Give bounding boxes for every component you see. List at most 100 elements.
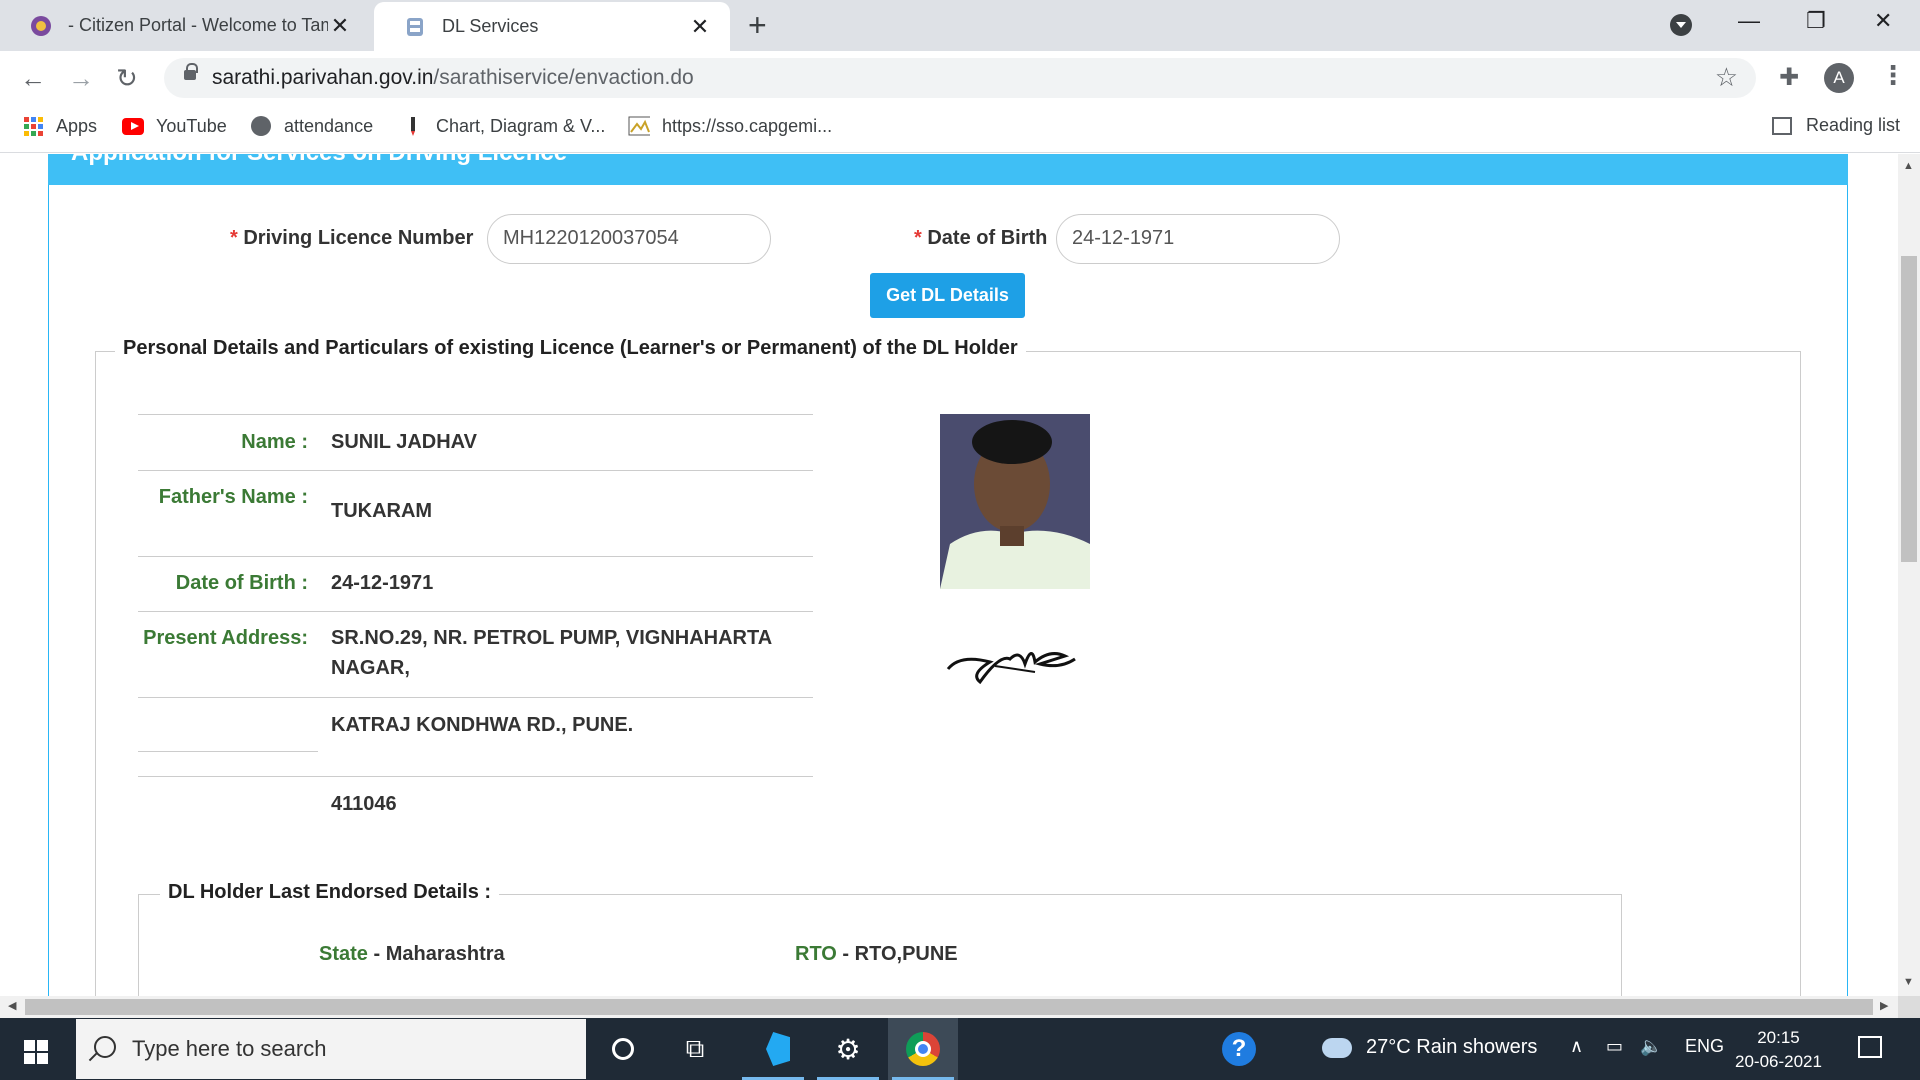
browser-toolbar: ← → ↻ sarathi.parivahan.gov.in/sarathise…	[0, 51, 1920, 105]
extensions-icon[interactable]: ✚	[1779, 63, 1799, 92]
notification-icon[interactable]	[1858, 1036, 1882, 1058]
scroll-thumb[interactable]	[25, 999, 1873, 1015]
volume-icon[interactable]: 🔈	[1640, 1036, 1662, 1057]
avatar[interactable]: A	[1824, 63, 1854, 93]
system-clock[interactable]: 20:15 20-06-2021	[1735, 1026, 1822, 1074]
divider	[138, 776, 813, 777]
address-bar[interactable]: sarathi.parivahan.gov.in/sarathiservice/…	[164, 58, 1756, 98]
task-view-icon[interactable]: ⧉	[660, 1018, 730, 1080]
state-field: State - Maharashtra	[319, 943, 505, 965]
pen-icon	[402, 115, 424, 137]
holder-signature	[940, 614, 1090, 694]
scroll-corner	[1898, 996, 1920, 1018]
divider	[138, 697, 813, 698]
dl-number-label: * Driving Licence Number	[230, 227, 474, 249]
image-icon	[628, 115, 650, 137]
personal-details-legend: Personal Details and Particulars of exis…	[115, 337, 1026, 360]
address-line-2: KATRAJ KONDHWA RD., PUNE.	[331, 714, 634, 736]
globe-icon	[250, 115, 272, 137]
bookmark-star-icon[interactable]: ☆	[1715, 62, 1738, 93]
state-value: Maharashtra	[385, 943, 505, 965]
scroll-thumb[interactable]	[1901, 256, 1917, 562]
page-banner: Application for Services on Driving Lice…	[48, 154, 1848, 185]
tab-dl-services[interactable]: DL Services ✕	[374, 2, 730, 51]
divider	[138, 751, 318, 752]
vscode-icon[interactable]	[738, 1018, 808, 1080]
bookmark-youtube[interactable]: YouTube	[122, 115, 227, 137]
browser-tab-strip: - Citizen Portal - Welcome to Tamil Nadu…	[0, 0, 1920, 51]
scroll-down-icon[interactable]: ▼	[1903, 976, 1914, 988]
chrome-icon[interactable]	[888, 1018, 958, 1080]
windows-taskbar: Type here to search ⧉ ⚙ ? 27°C Rain show…	[0, 1018, 1920, 1080]
address-line-1: SR.NO.29, NR. PETROL PUMP, VIGNHAHARTA N…	[331, 627, 772, 679]
vertical-scrollbar[interactable]: ▲ ▼	[1898, 154, 1920, 996]
scroll-right-icon[interactable]: ▶	[1880, 999, 1888, 1012]
reading-list[interactable]: Reading list	[1772, 115, 1900, 136]
url-text: sarathi.parivahan.gov.in/sarathiservice/…	[212, 66, 694, 89]
windows-start-icon[interactable]	[24, 1040, 48, 1064]
rto-value: RTO,PUNE	[854, 943, 958, 965]
bookmark-apps[interactable]: Apps	[22, 115, 97, 137]
tab-search-icon[interactable]	[1670, 14, 1692, 36]
minimize-icon[interactable]: —	[1738, 8, 1760, 34]
weather-widget[interactable]: 27°C Rain showers	[1322, 1036, 1537, 1059]
emblem-icon	[404, 16, 426, 38]
cortana-icon[interactable]	[588, 1018, 658, 1080]
battery-icon[interactable]: ▭	[1606, 1036, 1623, 1057]
close-window-icon[interactable]: ✕	[1874, 8, 1892, 34]
dl-number-input[interactable]: MH1220120037054	[487, 214, 771, 264]
divider	[138, 414, 813, 415]
tab-title: - Citizen Portal - Welcome to Tamil Nadu…	[68, 15, 328, 35]
divider	[138, 611, 813, 612]
cloud-icon	[1322, 1037, 1352, 1058]
father-name-label: Father's Name :	[158, 486, 308, 508]
bookmark-chart-diagram[interactable]: Chart, Diagram & V...	[402, 115, 605, 137]
taskbar-search[interactable]: Type here to search	[76, 1019, 586, 1079]
forward-icon[interactable]: →	[68, 63, 94, 93]
lock-icon	[184, 63, 198, 80]
endorsed-details-legend: DL Holder Last Endorsed Details :	[160, 881, 500, 904]
name-label: Name :	[241, 431, 308, 453]
dob-detail-label: Date of Birth :	[175, 572, 308, 594]
close-tab-icon[interactable]: ✕	[328, 13, 352, 39]
chevron-up-icon[interactable]: ∧	[1570, 1036, 1583, 1057]
reload-icon[interactable]: ↻	[116, 63, 138, 93]
new-tab-icon[interactable]: +	[748, 8, 767, 42]
dob-input[interactable]: 24-12-1971	[1056, 214, 1340, 264]
state-label: State	[319, 943, 368, 965]
horizontal-scrollbar[interactable]: ◀ ▶	[0, 996, 1898, 1018]
name-value: SUNIL JADHAV	[331, 431, 477, 453]
holder-photo	[940, 414, 1090, 589]
get-dl-details-button[interactable]: Get DL Details	[870, 273, 1025, 318]
language-indicator[interactable]: ENG	[1685, 1036, 1724, 1057]
divider	[138, 556, 813, 557]
address-pin: 411046	[331, 793, 397, 815]
address-label: Present Address:	[143, 627, 308, 649]
reading-list-icon	[1772, 116, 1792, 135]
apps-grid-icon	[22, 115, 44, 137]
search-icon	[94, 1036, 116, 1058]
bookmark-sso-capgemini[interactable]: https://sso.capgemi...	[628, 115, 832, 137]
rto-field: RTO - RTO,PUNE	[795, 943, 958, 965]
restore-icon[interactable]: ❐	[1806, 8, 1826, 34]
father-name-value: TUKARAM	[331, 500, 433, 522]
page-title: Application for Services on Driving Lice…	[71, 154, 567, 166]
help-icon[interactable]: ?	[1222, 1032, 1256, 1066]
police-emblem-icon	[30, 15, 52, 37]
close-tab-icon[interactable]: ✕	[688, 14, 712, 40]
youtube-icon	[122, 115, 144, 137]
rto-label: RTO	[795, 943, 837, 965]
scroll-left-icon[interactable]: ◀	[8, 999, 16, 1012]
scroll-up-icon[interactable]: ▲	[1903, 160, 1914, 172]
tab-citizen-portal[interactable]: - Citizen Portal - Welcome to Tamil Nadu…	[0, 0, 370, 51]
tab-title: DL Services	[442, 16, 539, 36]
divider	[138, 470, 813, 471]
back-icon[interactable]: ←	[20, 63, 46, 93]
bookmark-attendance[interactable]: attendance	[250, 115, 373, 137]
dob-detail-value: 24-12-1971	[331, 572, 434, 594]
bookmarks-bar: Apps YouTube attendance Chart, Diagram &…	[0, 105, 1920, 153]
menu-icon[interactable]: ⋮	[1880, 60, 1906, 91]
settings-gear-icon[interactable]: ⚙	[813, 1018, 883, 1080]
page-viewport: Application for Services on Driving Lice…	[0, 154, 1898, 996]
dob-label: * Date of Birth	[914, 227, 1048, 249]
